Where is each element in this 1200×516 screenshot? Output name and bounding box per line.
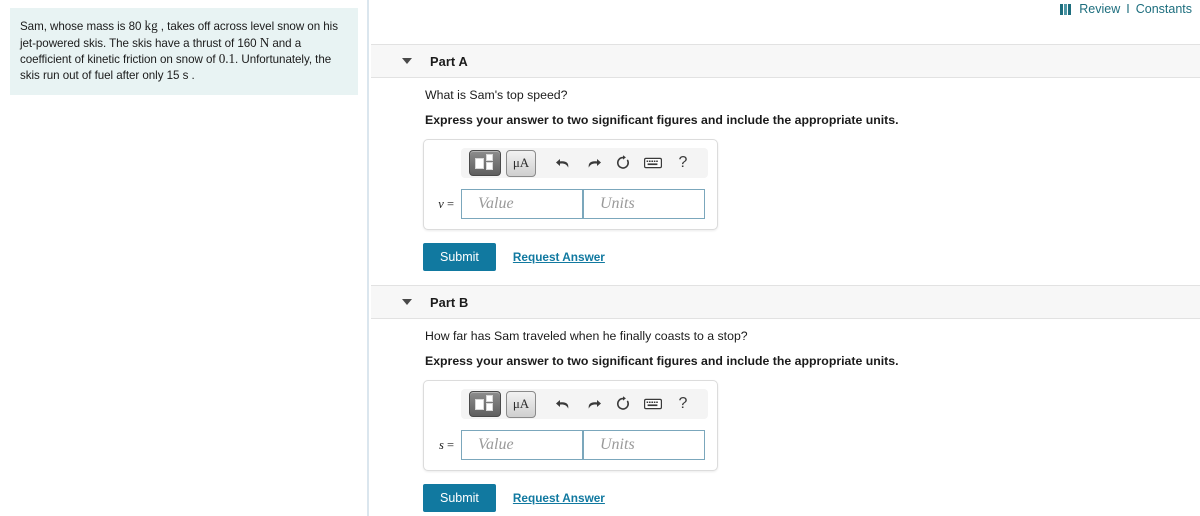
units-input-a[interactable]: Units [583, 189, 705, 219]
redo-icon[interactable] [578, 392, 608, 416]
value-input-b[interactable]: Value [461, 430, 583, 460]
keyboard-icon[interactable] [638, 392, 668, 416]
units-placeholder-b: Units [600, 436, 635, 453]
question-card: Sam, whose mass is 80 kg , takes off acr… [10, 8, 358, 95]
constants-link[interactable]: Constants [1136, 2, 1192, 16]
question-text: Sam, whose mass is 80 kg , takes off acr… [20, 18, 338, 82]
part-title-a: Part A [430, 53, 468, 69]
answer-input-row-a: v = Value Units [433, 189, 708, 219]
keyboard-icon[interactable] [638, 151, 668, 175]
math-template-icon[interactable] [469, 150, 501, 176]
help-label: ? [678, 395, 688, 412]
question-pane: Sam, whose mass is 80 kg , takes off acr… [0, 0, 369, 516]
math-template-icon[interactable] [469, 391, 501, 417]
value-placeholder-b: Value [478, 436, 514, 453]
submit-button-a[interactable]: Submit [423, 243, 496, 271]
review-constants-bar[interactable]: Review I Constants [1060, 2, 1192, 16]
reset-icon[interactable] [608, 392, 638, 416]
part-prompt-a: What is Sam's top speed? [425, 88, 568, 102]
book-icon [1060, 3, 1073, 15]
request-answer-link-a[interactable]: Request Answer [513, 250, 605, 264]
help-icon[interactable]: ? [668, 392, 698, 416]
answer-box-b: μA ? s = Value Units [423, 380, 718, 471]
undo-icon[interactable] [548, 151, 578, 175]
request-answer-link-b[interactable]: Request Answer [513, 491, 605, 505]
answer-box-a: μA ? v = Value Units [423, 139, 718, 230]
reset-icon[interactable] [608, 151, 638, 175]
part-body-a: What is Sam's top speed? Express your an… [371, 88, 1200, 271]
value-input-a[interactable]: Value [461, 189, 583, 219]
help-label: ? [678, 154, 688, 171]
submit-row-b: Submit Request Answer [423, 484, 1200, 512]
answer-input-row-b: s = Value Units [433, 430, 708, 460]
units-input-b[interactable]: Units [583, 430, 705, 460]
review-link[interactable]: Review [1079, 2, 1120, 16]
submit-row-a: Submit Request Answer [423, 243, 1200, 271]
submit-button-b[interactable]: Submit [423, 484, 496, 512]
chevron-down-icon[interactable] [402, 58, 412, 64]
part-instruction-a: Express your answer to two significant f… [425, 113, 899, 127]
part-header-b[interactable]: Part B [371, 285, 1200, 319]
value-placeholder-a: Value [478, 195, 514, 212]
part-instruction-b: Express your answer to two significant f… [425, 354, 899, 368]
part-header-a[interactable]: Part A [371, 44, 1200, 78]
redo-icon[interactable] [578, 151, 608, 175]
part-prompt-b: How far has Sam traveled when he finally… [425, 329, 748, 343]
answer-toolbar-b: μA ? [461, 389, 708, 419]
work-pane: Review I Constants Part A What is Sam's … [371, 0, 1200, 516]
units-placeholder-a: Units [600, 195, 635, 212]
units-micro-amp-icon[interactable]: μA [506, 390, 536, 418]
chevron-down-icon[interactable] [402, 299, 412, 305]
units-micro-amp-icon[interactable]: μA [506, 149, 536, 177]
part-title-b: Part B [430, 294, 469, 310]
answer-toolbar-a: μA ? [461, 148, 708, 178]
assignment-page: Sam, whose mass is 80 kg , takes off acr… [0, 0, 1200, 516]
undo-icon[interactable] [548, 392, 578, 416]
part-body-b: How far has Sam traveled when he finally… [371, 329, 1200, 512]
help-icon[interactable]: ? [668, 151, 698, 175]
variable-label-a: v = [438, 196, 454, 211]
review-separator: I [1126, 2, 1130, 16]
variable-label-b: s = [438, 437, 454, 452]
